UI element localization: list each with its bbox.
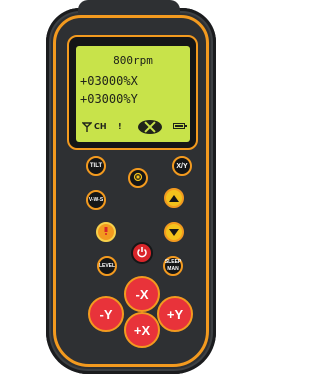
tilt-button[interactable]: TILT: [86, 156, 106, 176]
power-button[interactable]: [131, 242, 153, 264]
crossed-eye-icon: [138, 120, 162, 134]
sleep-button-label: SLEEP MAN: [164, 259, 182, 272]
vws-button[interactable]: V-W-S: [86, 190, 106, 210]
laser-icon: [101, 226, 111, 239]
up-arrow-button[interactable]: [164, 188, 184, 208]
level-button-label: LEVEL: [98, 262, 116, 269]
laser-button[interactable]: [96, 222, 116, 242]
minus-x-label: -X: [135, 286, 149, 302]
scan-button[interactable]: [128, 168, 148, 188]
minus-y-button[interactable]: -Y: [88, 296, 124, 332]
plus-x-button[interactable]: +X: [124, 312, 160, 348]
plus-x-label: +X: [133, 322, 151, 338]
x-value-readout: +03000%X: [80, 74, 138, 88]
sleep-man-button[interactable]: SLEEP MAN: [163, 256, 183, 276]
plus-y-button[interactable]: +Y: [157, 296, 193, 332]
xy-toggle-button[interactable]: X/Y: [172, 156, 192, 176]
antenna-icon: [81, 122, 93, 134]
down-arrow-icon: [169, 228, 179, 236]
plus-y-label: +Y: [166, 306, 184, 322]
tilt-button-label: TILT: [89, 162, 103, 169]
channel-label: CH: [94, 122, 107, 131]
down-arrow-button[interactable]: [164, 222, 184, 242]
speed-readout: 800rpm: [113, 54, 153, 67]
minus-x-button[interactable]: -X: [124, 276, 160, 312]
power-icon: [136, 246, 148, 261]
alert-indicator: !: [118, 122, 122, 131]
y-value-readout: +03000%Y: [80, 92, 138, 106]
vws-button-label: V-W-S: [88, 196, 104, 203]
level-button[interactable]: LEVEL: [97, 256, 117, 276]
lcd-screen: 800rpm +03000%X +03000%Y CH !: [76, 46, 190, 142]
up-arrow-icon: [169, 194, 179, 202]
minus-y-label: -Y: [99, 306, 113, 322]
xy-button-label: X/Y: [176, 162, 188, 170]
battery-icon: [173, 123, 187, 129]
scan-icon: [133, 172, 143, 185]
